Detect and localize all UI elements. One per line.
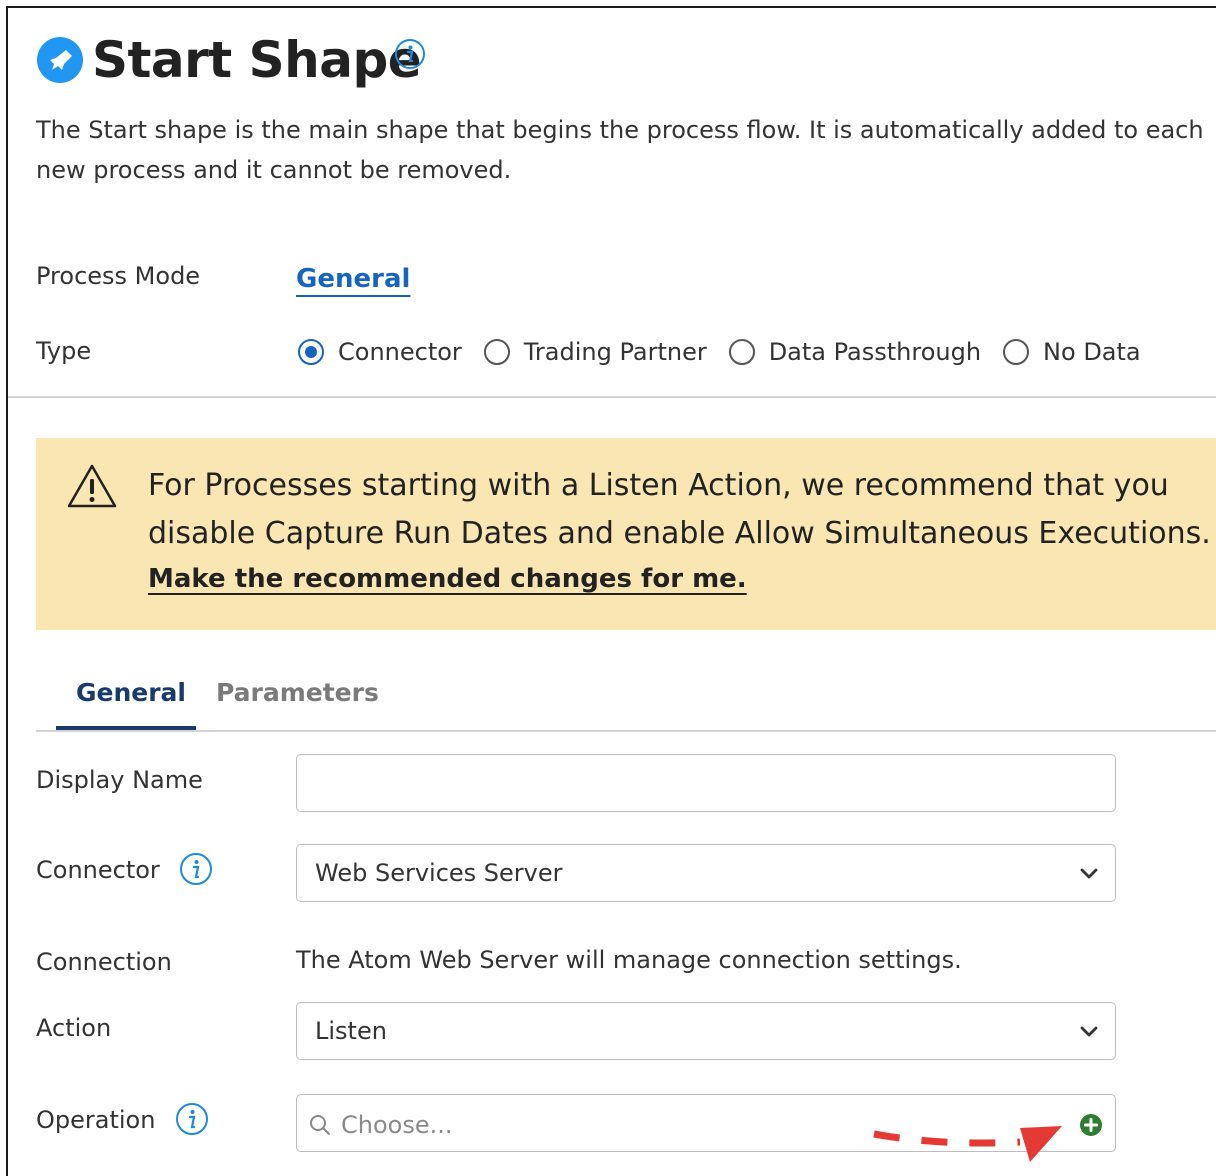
operation-info-icon[interactable]: [175, 1102, 209, 1136]
action-selected-value: Listen: [315, 1017, 387, 1045]
radio-label: Connector: [338, 338, 462, 366]
connection-label: Connection: [36, 948, 172, 976]
tab-divider: [36, 730, 1216, 732]
radio-button-checked[interactable]: [298, 339, 324, 365]
connector-select[interactable]: Web Services Server: [296, 844, 1116, 902]
type-option-data-passthrough[interactable]: Data Passthrough: [728, 338, 982, 366]
action-select[interactable]: Listen: [296, 1002, 1116, 1060]
display-name-input[interactable]: [296, 754, 1116, 812]
info-icon[interactable]: [394, 38, 426, 70]
type-label: Type: [36, 337, 92, 365]
operation-label: Operation: [36, 1106, 156, 1134]
connector-info-icon[interactable]: [179, 852, 213, 886]
search-icon: [310, 1115, 330, 1135]
type-option-trading-partner[interactable]: Trading Partner: [483, 338, 707, 366]
tab-general[interactable]: General: [76, 678, 186, 707]
page-title: Start Shape: [92, 31, 422, 89]
radio-button[interactable]: [1003, 339, 1030, 365]
section-divider: [8, 396, 1216, 398]
add-icon[interactable]: [1079, 1113, 1103, 1137]
start-shape-icon: [37, 37, 83, 83]
radio-label: Trading Partner: [523, 338, 707, 366]
type-radio-group: Connector Trading Partner Data Passthrou…: [298, 338, 1163, 366]
radio-button[interactable]: [483, 339, 510, 365]
warning-message: For Processes starting with a Listen Act…: [148, 468, 1211, 551]
recommended-changes-link[interactable]: Make the recommended changes for me.: [148, 564, 747, 594]
radio-label: No Data: [1043, 338, 1141, 366]
radio-button[interactable]: [728, 339, 755, 365]
annotation-arrow: [873, 1126, 1062, 1162]
action-label: Action: [36, 1014, 112, 1042]
tab-parameters[interactable]: Parameters: [216, 678, 379, 707]
radio-label: Data Passthrough: [768, 338, 982, 366]
warning-icon: [67, 464, 117, 508]
display-name-label: Display Name: [36, 766, 203, 794]
page-description: The Start shape is the main shape that b…: [36, 116, 1204, 184]
type-option-no-data[interactable]: No Data: [1003, 338, 1141, 366]
chevron-down-icon: [1080, 868, 1098, 879]
connector-label: Connector: [36, 856, 160, 884]
operation-placeholder: Choose...: [341, 1111, 453, 1139]
process-mode-label: Process Mode: [36, 262, 201, 290]
process-mode-link[interactable]: General: [296, 264, 410, 294]
connector-selected-value: Web Services Server: [315, 859, 563, 887]
chevron-down-icon: [1080, 1026, 1098, 1037]
connection-info-text: The Atom Web Server will manage connecti…: [296, 946, 962, 974]
type-option-connector[interactable]: Connector: [298, 338, 462, 366]
